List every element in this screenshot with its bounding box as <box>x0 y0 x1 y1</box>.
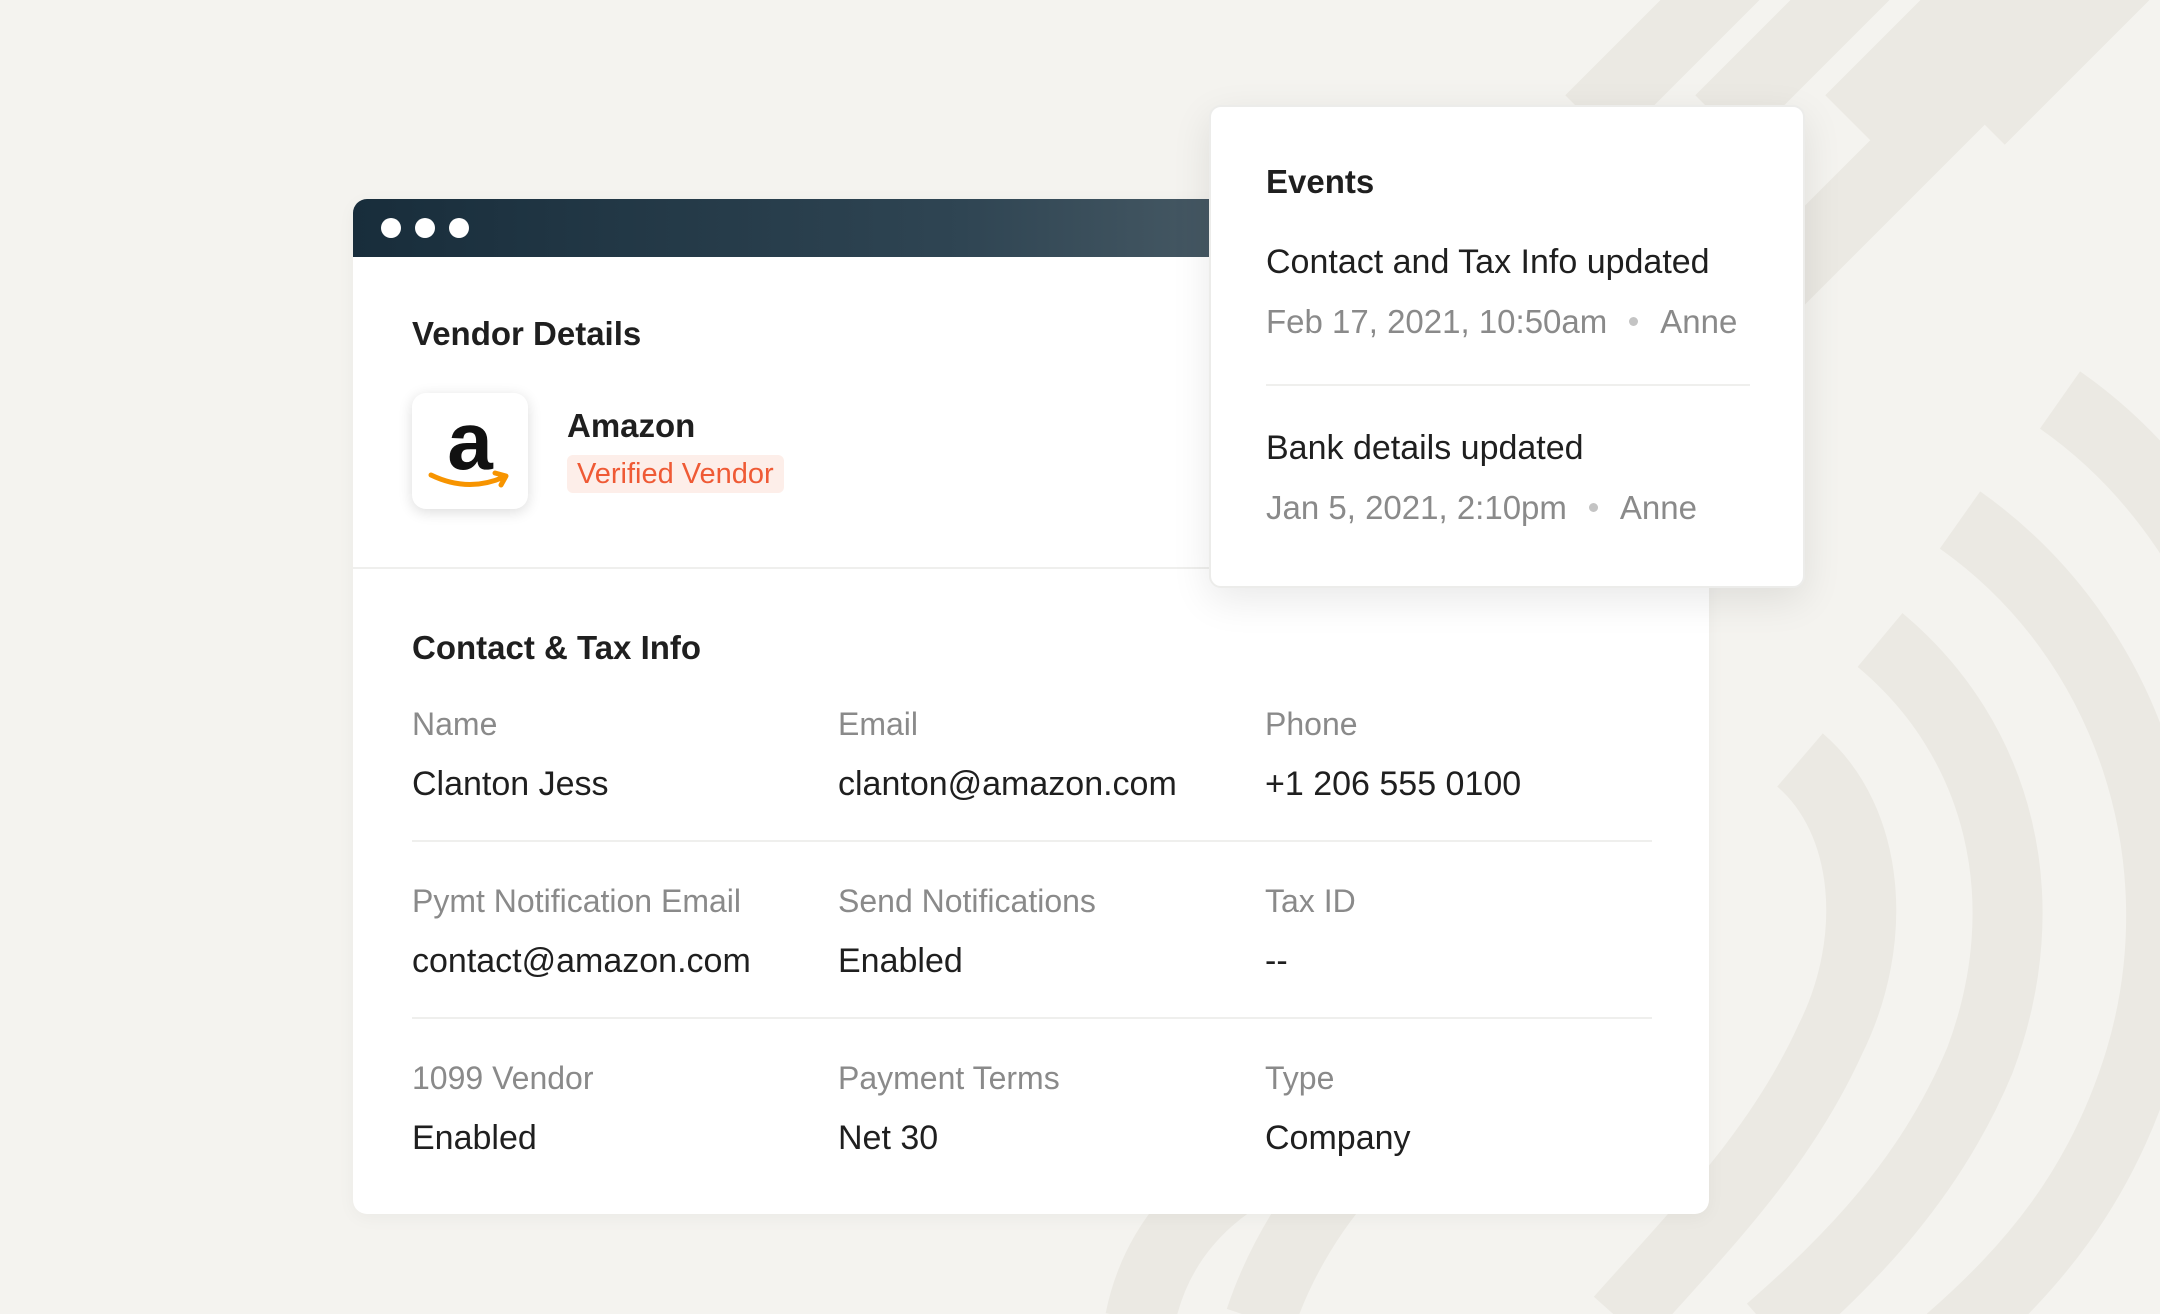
payment-notification-email-value[interactable]: contact@amazon.com <box>412 942 751 981</box>
send-notifications-value: Enabled <box>838 942 963 980</box>
window-control-dot[interactable] <box>449 218 469 238</box>
window-control-dot[interactable] <box>381 218 401 238</box>
type-label: Type <box>1265 1060 1335 1096</box>
contact-tax-info-heading: Contact & Tax Info <box>412 629 702 666</box>
events-divider <box>1266 384 1750 386</box>
tax-id-value: -- <box>1265 942 1288 980</box>
phone-value: +1 206 555 0100 <box>1265 765 1522 803</box>
event-user: Anne <box>1619 489 1697 526</box>
events-heading: Events <box>1266 163 1375 200</box>
1099-vendor-label: 1099 Vendor <box>412 1060 594 1096</box>
svg-text:a: a <box>447 396 494 487</box>
events-panel: Events Contact and Tax Info updated Feb … <box>1209 105 1805 588</box>
event-title[interactable]: Bank details updated <box>1266 429 1584 468</box>
name-value: Clanton Jess <box>412 765 609 803</box>
row-divider <box>412 840 1652 842</box>
name-label: Name <box>412 706 498 742</box>
payment-terms-label: Payment Terms <box>838 1060 1060 1096</box>
event-meta: Feb 17, 2021, 10:50am Anne <box>1266 303 1737 341</box>
1099-vendor-value: Enabled <box>412 1119 537 1157</box>
send-notifications-label: Send Notifications <box>838 883 1096 919</box>
window-control-dot[interactable] <box>415 218 435 238</box>
event-meta: Jan 5, 2021, 2:10pm Anne <box>1266 489 1697 527</box>
email-label: Email <box>838 706 919 742</box>
canvas: Vendor Details a Amazon Verified Vendor … <box>0 0 2160 1314</box>
vendor-logo: a <box>412 393 528 509</box>
event-date: Feb 17, 2021, 10:50am <box>1266 303 1608 340</box>
payment-notification-email-label: Pymt Notification Email <box>412 883 741 919</box>
tax-id-label: Tax ID <box>1265 883 1356 919</box>
verified-vendor-badge: Verified Vendor <box>567 455 784 493</box>
row-divider <box>412 1017 1652 1019</box>
payment-terms-value: Net 30 <box>838 1119 939 1157</box>
phone-label: Phone <box>1265 706 1358 742</box>
vendor-name: Amazon <box>567 407 696 444</box>
event-date: Jan 5, 2021, 2:10pm <box>1266 489 1567 526</box>
event-user: Anne <box>1660 303 1738 340</box>
separator-dot-icon <box>1629 316 1639 326</box>
event-title[interactable]: Contact and Tax Info updated <box>1266 243 1710 282</box>
type-value: Company <box>1265 1119 1411 1157</box>
email-value[interactable]: clanton@amazon.com <box>838 765 1177 804</box>
separator-dot-icon <box>1588 502 1598 512</box>
vendor-details-heading: Vendor Details <box>412 315 642 352</box>
amazon-logo-icon: a <box>428 396 509 488</box>
